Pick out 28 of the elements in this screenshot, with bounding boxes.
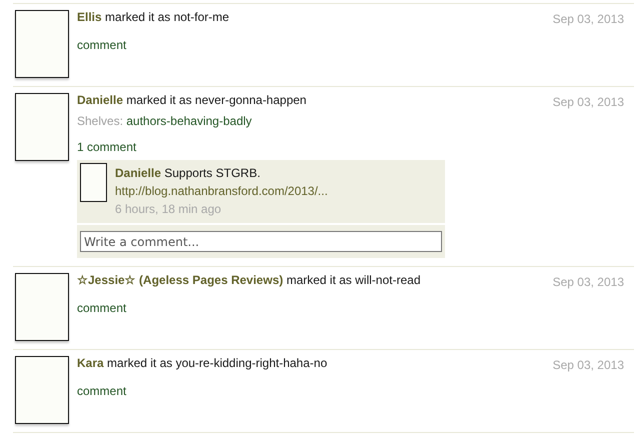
comment-link[interactable]: comment: [77, 38, 126, 52]
activity-text: ☆Jessie☆ (Ageless Pages Reviews) marked it as will-not-read: [77, 273, 420, 287]
user-link[interactable]: Danielle: [115, 166, 162, 180]
comment-field[interactable]: Write a comment...: [80, 231, 442, 252]
user-link[interactable]: Ellis: [77, 10, 102, 24]
comment-link[interactable]: comment: [77, 384, 126, 398]
comment-text: Danielle Supports STGRB.: [115, 166, 262, 180]
user-link[interactable]: ☆Jessie☆ (Ageless Pages Reviews): [77, 273, 284, 287]
activity-text: Kara marked it as you-re-kidding-right-haha-no: [77, 356, 328, 370]
url-link[interactable]: http://blog.nathanbransford.com/2013/...: [115, 184, 328, 198]
user-link[interactable]: Danielle: [77, 93, 124, 107]
activity-date: Sep 03, 2013: [552, 275, 624, 289]
avatar-frame[interactable]: [15, 93, 69, 161]
activity-date: Sep 03, 2013: [552, 95, 624, 109]
avatar-frame[interactable]: [15, 273, 69, 341]
shelves-label: Shelves:: [77, 114, 124, 128]
activity-text: Ellis marked it as not-for-me: [77, 10, 230, 24]
activity-date: Sep 03, 2013: [552, 358, 624, 372]
avatar-frame[interactable]: [15, 10, 69, 78]
shelf-link[interactable]: authors-behaving-badly: [126, 114, 252, 128]
avatar-frame[interactable]: [15, 356, 69, 424]
comment-time: 6 hours, 18 min ago: [115, 202, 222, 216]
comment-link[interactable]: 1 comment: [77, 140, 136, 154]
user-link[interactable]: Kara: [77, 356, 104, 370]
avatar-frame[interactable]: [80, 163, 107, 202]
activity-text: Danielle marked it as never-gonna-happen: [77, 93, 306, 107]
comment-link[interactable]: comment: [77, 301, 126, 315]
activity-date: Sep 03, 2013: [552, 12, 624, 26]
